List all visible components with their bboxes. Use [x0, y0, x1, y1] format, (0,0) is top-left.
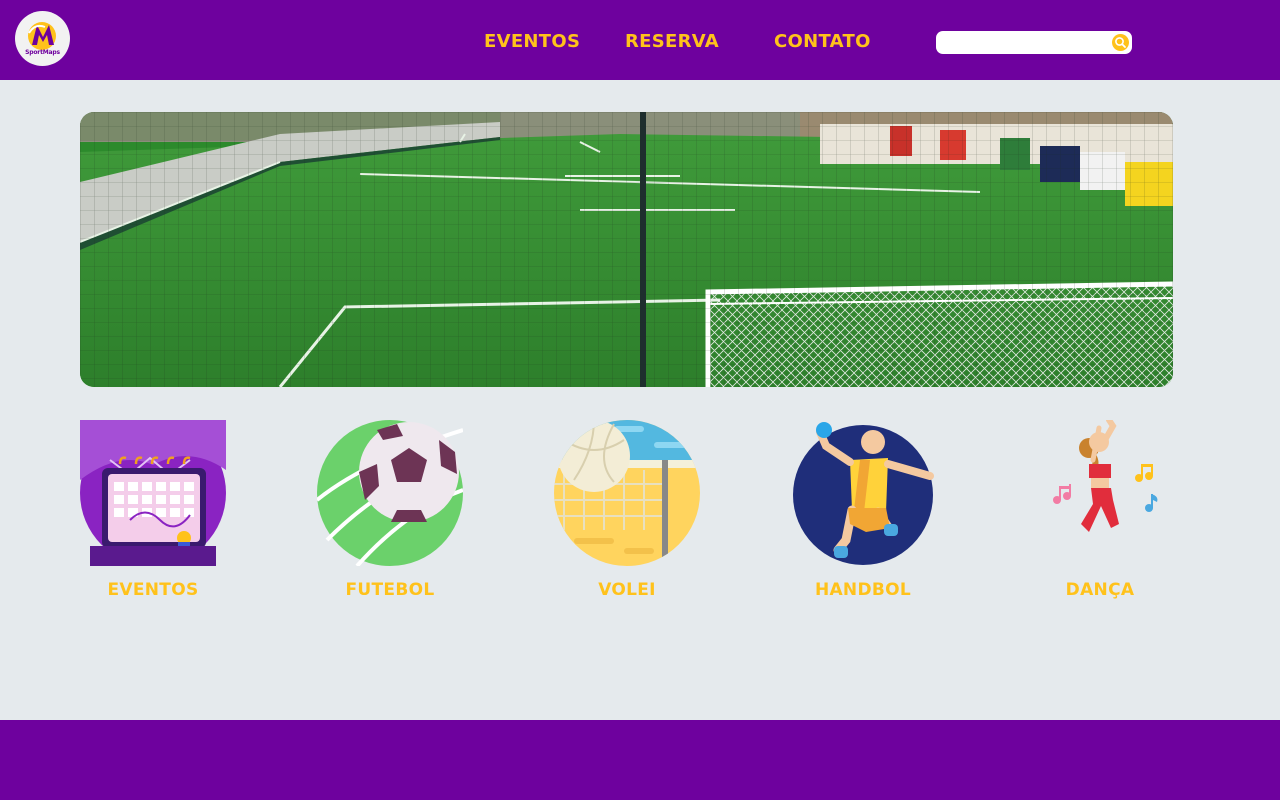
soccer-ball-icon	[317, 420, 463, 566]
hero-image	[80, 112, 1173, 387]
category-danca-label: DANÇA	[1065, 580, 1135, 600]
search-input[interactable]	[944, 33, 1109, 52]
soccer-field-image	[80, 112, 1173, 387]
volleyball-icon	[554, 420, 700, 566]
category-eventos-label: EVENTOS	[107, 580, 199, 600]
category-futebol-label: FUTEBOL	[345, 580, 435, 600]
calendar-event-icon	[80, 420, 226, 566]
header-bar: SportMaps EVENTOS RESERVA CONTATO	[0, 0, 1280, 80]
nav-contato[interactable]: CONTATO	[774, 28, 871, 56]
logo-icon	[28, 22, 56, 50]
category-volei-label: VOLEI	[598, 580, 656, 600]
site-logo[interactable]: SportMaps	[15, 11, 70, 66]
category-handbol-label: HANDBOL	[814, 580, 912, 600]
search-box	[936, 31, 1132, 54]
category-danca[interactable]: DANÇA	[1027, 420, 1173, 600]
nav-eventos[interactable]: EVENTOS	[484, 28, 580, 56]
nav-reserva[interactable]: RESERVA	[625, 28, 719, 56]
category-volei[interactable]: VOLEI	[554, 420, 700, 600]
category-futebol[interactable]: FUTEBOL	[317, 420, 463, 600]
category-eventos[interactable]: EVENTOS	[80, 420, 226, 600]
dancer-icon	[1053, 420, 1158, 532]
handball-player-icon	[793, 422, 934, 565]
footer-bar	[0, 720, 1280, 800]
search-icon	[1115, 37, 1126, 48]
search-button[interactable]	[1112, 34, 1129, 51]
category-handbol[interactable]: HANDBOL	[790, 420, 936, 600]
logo-text: SportMaps	[25, 49, 60, 56]
